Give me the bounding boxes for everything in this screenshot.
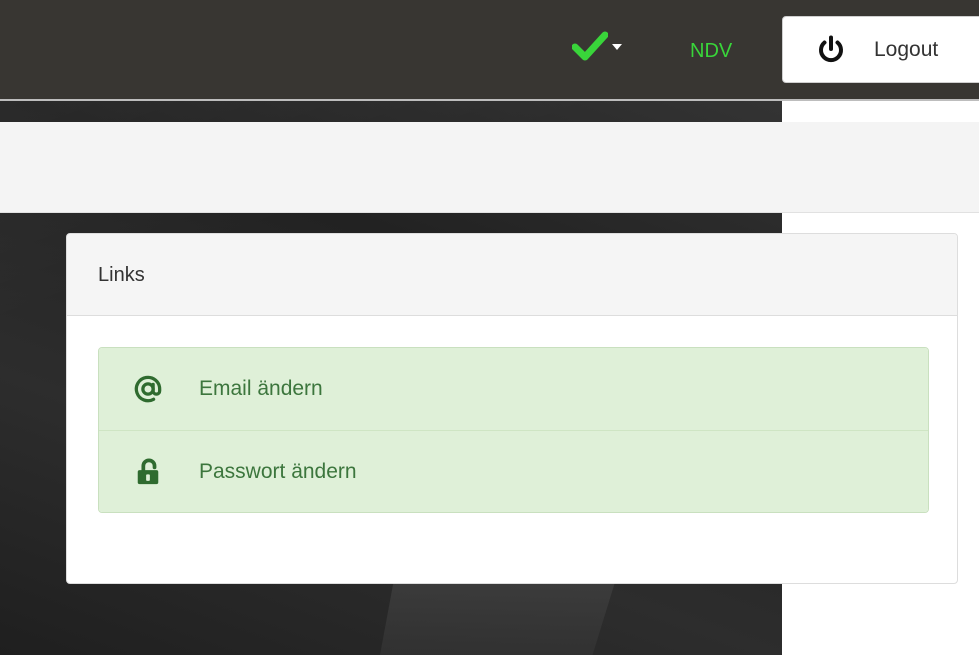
caret-down-icon [612, 44, 622, 50]
logout-button[interactable]: Logout [782, 16, 979, 83]
at-icon [133, 374, 163, 404]
links-list: Email ändern Passwort ändern [98, 347, 929, 513]
list-item-label: Email ändern [199, 377, 323, 400]
email-change-link[interactable]: Email ändern [99, 348, 928, 430]
links-panel: Links Email ändern Passwort ändern [66, 233, 958, 584]
status-dropdown-toggle[interactable] [572, 24, 642, 68]
list-item-label: Passwort ändern [199, 459, 357, 483]
user-name-link[interactable]: NDV [690, 37, 732, 65]
password-change-link[interactable]: Passwort ändern [99, 430, 928, 512]
unlock-icon [133, 457, 163, 487]
panel-heading: Links [67, 234, 957, 316]
subheader-bar [0, 122, 979, 213]
power-icon [819, 35, 843, 62]
top-navbar: NDV Logout [0, 0, 979, 101]
logout-label: Logout [874, 37, 939, 61]
check-icon [572, 31, 608, 61]
